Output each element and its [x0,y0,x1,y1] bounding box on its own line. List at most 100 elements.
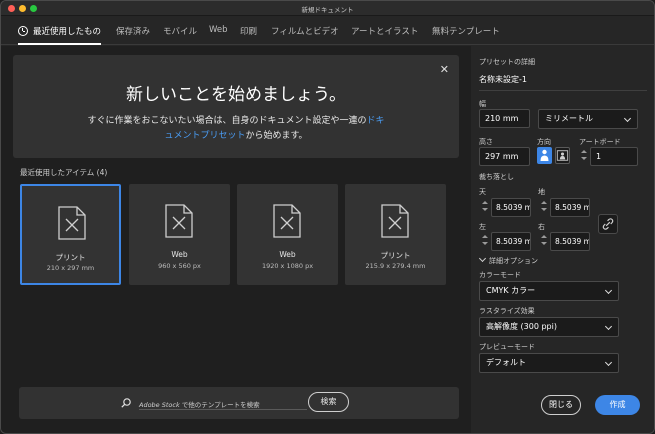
tab-mobile[interactable]: モバイル [163,25,197,37]
link-icon [602,218,614,230]
tab-print[interactable]: 印刷 [240,25,257,37]
tab-free-templates[interactable]: 無料テンプレート [432,25,500,37]
chevron-down-icon [623,114,632,123]
artboards-input[interactable]: 1 [590,147,638,166]
active-tab-indicator [18,43,101,45]
left-pane: ✕ 新しいことを始めましょう。 すぐに作業をおこないたい場合は、自身のドキュメン… [1,46,471,433]
tab-recent-label: 最近使用したもの [33,27,102,37]
search-icon [121,398,131,408]
card-size: 210 x 297 mm [46,264,95,272]
card-size: 960 x 560 px [158,262,201,270]
stock-brand: Adobe Stock [139,401,180,409]
card-name: プリント [380,251,411,260]
bleed-top-label: 天 [479,188,486,196]
card-size: 1920 x 1080 px [261,262,314,270]
recent-items-label: 最近使用したアイテム [20,168,95,177]
banner-description: すぐに作業をおこないたい場合は、自身のドキュメント設定や一連のドキ ュメントプリ… [13,114,459,143]
preset-details-panel: プリセットの詳細 名称未設定-1 幅 210 mm ミリメートル 高さ 方向 ア… [471,46,654,433]
landscape-person-icon [556,150,569,161]
tab-web[interactable]: Web [209,25,228,35]
chevron-down-icon [604,286,613,295]
document-icon [381,204,409,238]
bleed-top-stepper[interactable] [482,198,488,215]
bleed-right-label: 右 [538,223,545,231]
preview-mode-label: プレビューモード [479,343,535,351]
width-label: 幅 [479,100,486,108]
recent-item-card[interactable]: プリント 210 x 297 mm [20,184,121,285]
color-mode-select[interactable]: CMYK カラー [479,281,619,301]
stock-search-bar: Adobe Stock で他のテンプレートを検索 検索 [19,387,459,419]
welcome-banner: ✕ 新しいことを始めましょう。 すぐに作業をおこないたい場合は、自身のドキュメン… [13,55,459,158]
create-button[interactable]: 作成 [595,395,640,415]
raster-effects-select[interactable]: 高解像度 (300 ppi) [479,317,619,337]
bleed-left-stepper[interactable] [482,232,488,249]
bleed-left-label: 左 [479,223,486,231]
card-name: Web [171,250,188,259]
raster-effects-label: ラスタライズ効果 [479,307,535,315]
card-size: 215.9 x 279.4 mm [365,262,426,270]
advanced-options-toggle[interactable]: 詳細オプション [489,256,538,266]
close-button[interactable]: 閉じる [541,395,581,415]
banner-title: 新しいことを始めましょう。 [126,85,346,105]
document-icon [273,204,301,238]
document-presets-link[interactable]: ドキ [367,116,385,126]
bleed-right-input[interactable]: 8.5039 m [550,232,590,251]
stock-search-input[interactable]: Adobe Stock で他のテンプレートを検索 [139,399,260,409]
window-title: 新規ドキュメント [301,6,354,14]
document-icon [58,206,86,240]
unit-select[interactable]: ミリメートル [538,109,638,129]
tab-film-video[interactable]: フィルムとビデオ [271,25,339,37]
bleed-right-stepper[interactable] [541,232,547,249]
link-bleed-button[interactable] [598,214,618,234]
document-presets-link-cont[interactable]: ュメントプリセット [164,131,245,141]
chevron-down-icon [604,358,613,367]
recent-items-count: (4) [96,168,108,177]
width-input[interactable]: 210 mm [479,109,530,128]
bleed-bottom-stepper[interactable] [541,198,547,215]
raster-effects-value: 高解像度 (300 ppi) [486,322,557,331]
recent-items-heading: 最近使用したアイテム (4) [20,167,107,178]
recent-item-card[interactable]: プリント 215.9 x 279.4 mm [345,184,446,285]
orientation-label: 方向 [537,138,551,146]
bleed-bottom-label: 地 [538,188,545,196]
artboards-stepper[interactable] [581,147,587,164]
card-name: Web [279,250,296,259]
bleed-label: 裁ち落とし [479,173,514,181]
person-icon [540,149,549,161]
title-bar: 新規ドキュメント [1,1,654,16]
artboards-label: アートボード [579,138,621,146]
divider [479,90,647,91]
category-tabs: 最近使用したもの 保存済み モバイル Web 印刷 フィルムとビデオ アートとイ… [1,17,654,45]
document-icon [165,204,193,238]
tab-recent[interactable]: 最近使用したもの [18,25,101,37]
chevron-down-icon [604,322,613,331]
preview-mode-value: デフォルト [486,358,526,367]
color-mode-label: カラーモード [479,271,521,279]
unit-select-value: ミリメートル [545,114,593,123]
bleed-top-input[interactable]: 8.5039 m [491,198,531,217]
height-label: 高さ [479,138,493,146]
search-underline [139,409,307,410]
clock-icon [18,26,28,36]
portrait-orientation-button[interactable] [537,147,552,164]
recent-item-card[interactable]: Web 1920 x 1080 px [237,184,338,285]
card-name: プリント [55,253,86,262]
height-input[interactable]: 297 mm [479,147,530,166]
bleed-bottom-input[interactable]: 8.5039 m [550,198,590,217]
preview-mode-select[interactable]: デフォルト [479,353,619,373]
search-button[interactable]: 検索 [308,392,349,412]
document-name-field[interactable]: 名称未設定-1 [479,74,527,85]
tab-art-illustration[interactable]: アートとイラスト [351,25,418,37]
advanced-options-chevron-icon[interactable] [478,254,487,263]
new-document-dialog: 新規ドキュメント 最近使用したもの 保存済み モバイル Web 印刷 フィルムと… [0,0,655,434]
bleed-left-input[interactable]: 8.5039 m [491,232,531,251]
recent-item-card[interactable]: Web 960 x 560 px [129,184,230,285]
color-mode-value: CMYK カラー [486,286,536,295]
banner-description-text: すぐに作業をおこないたい場合は、自身のドキュメント設定や一連の [87,116,367,126]
tab-saved[interactable]: 保存済み [116,25,150,37]
banner-close-icon[interactable]: ✕ [440,63,449,76]
landscape-orientation-button[interactable] [555,147,570,164]
preset-details-heading: プリセットの詳細 [479,58,535,66]
search-placeholder: で他のテンプレートを検索 [179,401,260,409]
banner-description-tail: から始めます。 [245,130,308,141]
